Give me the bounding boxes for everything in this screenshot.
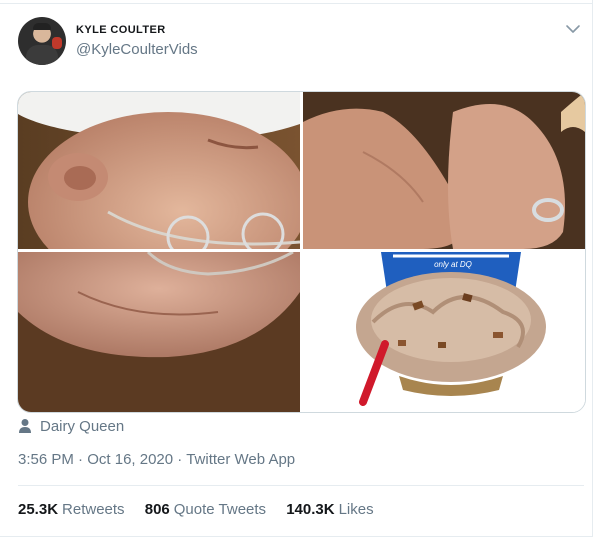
tweet-timestamp: 3:56 PM · Oct 16, 2020 · Twitter Web App [18,451,295,468]
quote-tweets-stat[interactable]: 806 Quote Tweets [145,501,266,518]
top-divider [0,3,593,4]
media-photo-bottom-right[interactable]: only at DQ [303,252,585,412]
tweet-date[interactable]: Oct 16, 2020 [87,451,173,468]
chevron-down-icon[interactable] [564,20,582,38]
location-pin-icon [19,419,31,433]
media-grid: only at DQ [17,91,586,413]
user-handle[interactable]: @KyleCoulterVids [76,41,198,58]
tweet-stats: 25.3K Retweets 806 Quote Tweets 140.3K Like… [18,501,390,518]
tweet-source[interactable]: Twitter Web App [186,451,295,468]
separator: · [177,451,183,468]
separator: · [78,451,84,468]
likes-label: Likes [338,501,374,518]
cup-text: only at DQ [434,260,472,269]
likes-stat[interactable]: 140.3K Likes [286,501,373,518]
tweet-time[interactable]: 3:56 PM [18,451,74,468]
media-photo-top-right[interactable] [303,92,585,249]
media-photo-bottom-left[interactable] [18,252,300,412]
retweets-label: Retweets [62,501,125,518]
quote-tweets-count: 806 [144,501,170,518]
likes-count: 140.3K [286,501,335,518]
quote-tweets-label: Quote Tweets [173,501,267,518]
media-photo-top-left[interactable] [18,92,300,249]
display-name[interactable]: KYLE COULTER [76,24,166,36]
avatar[interactable] [18,17,66,65]
location-label: Dairy Queen [40,418,125,435]
retweets-count: 25.3K [18,501,59,518]
stats-divider [18,485,584,486]
tweet-header: KYLE COULTER @KyleCoulterVids [18,15,588,67]
retweets-stat[interactable]: 25.3K Retweets [18,501,125,518]
